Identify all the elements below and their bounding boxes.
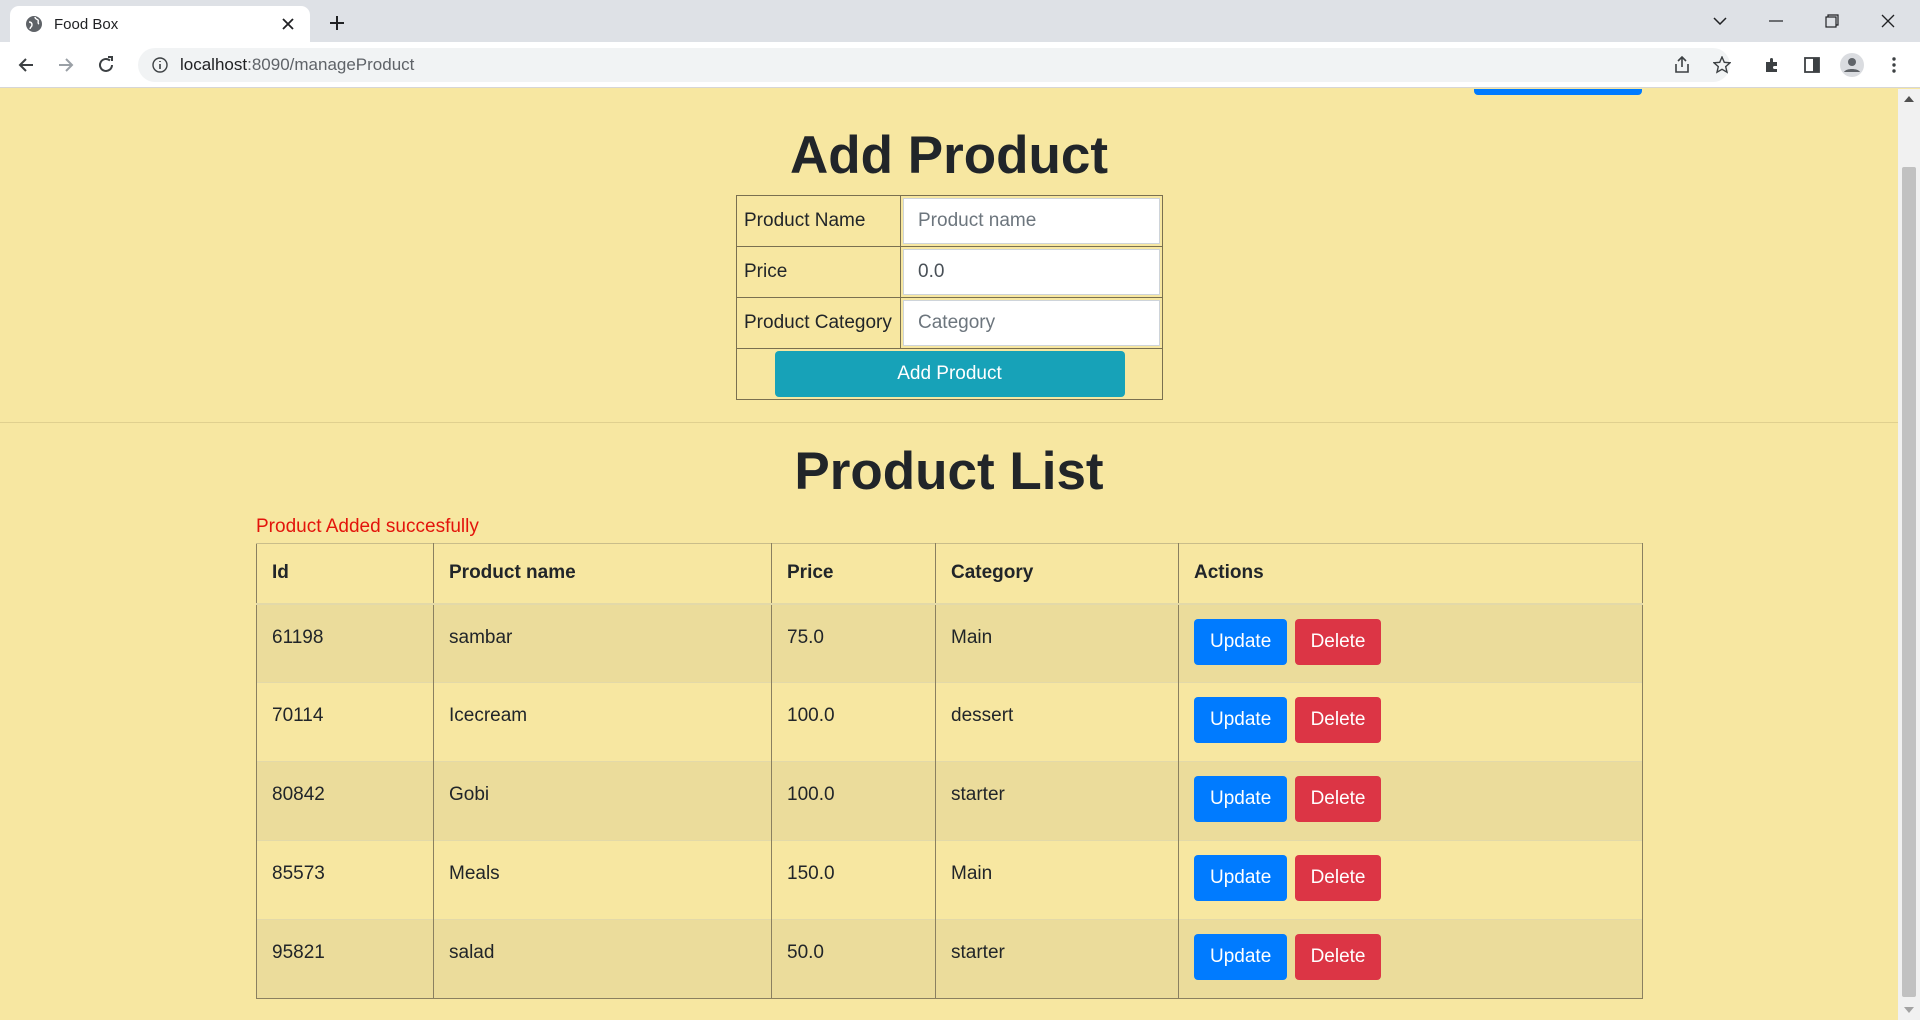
cell-product-name: sambar [433,603,772,683]
tab-title: Food Box [54,15,119,33]
cell-category: dessert [935,682,1179,762]
cell-price: 75.0 [771,603,936,683]
table-row: 61198 sambar 75.0 Main Update Delete [256,603,1643,683]
cell-category: starter [935,919,1179,999]
table-row: 70114 Icecream 100.0 dessert Update Dele… [256,682,1643,762]
add-product-button[interactable]: Add Product [774,351,1125,397]
close-tab-icon[interactable] [276,12,300,36]
address-bar[interactable]: localhost:8090/manageProduct [138,48,1731,82]
share-icon[interactable] [1666,48,1698,82]
product-category-label: Product Category [736,297,901,349]
column-header-id: Id [256,543,434,605]
cell-actions: Update Delete [1178,682,1643,762]
add-product-form: Product Name Price Product Category Add … [736,195,1163,400]
new-tab-button[interactable] [322,8,352,38]
success-message: Product Added succesfully [256,516,479,537]
product-list-heading: Product List [794,442,1104,501]
column-header-category: Category [935,543,1179,605]
tab-search-icon[interactable] [1692,0,1748,42]
section-divider [0,422,1898,423]
cell-actions: Update Delete [1178,761,1643,841]
cell-actions: Update Delete [1178,919,1643,999]
cell-price: 150.0 [771,840,936,920]
cell-price: 100.0 [771,682,936,762]
back-button[interactable] [10,49,42,81]
page-content: Add Product Product Name Price Product C… [0,89,1898,1020]
cell-category: starter [935,761,1179,841]
category-input[interactable] [903,300,1160,346]
update-button[interactable]: Update [1194,776,1288,822]
cell-category: Main [935,603,1179,683]
browser-menu-icon[interactable] [1878,49,1910,81]
cell-id: 85573 [256,840,434,920]
column-header-actions: Actions [1178,543,1643,605]
delete-button[interactable]: Delete [1294,697,1382,743]
update-button[interactable]: Update [1194,618,1288,665]
cell-actions: Update Delete [1178,603,1643,683]
cell-actions: Update Delete [1178,840,1643,920]
reload-button[interactable] [90,49,122,81]
cell-product-name: salad [433,919,772,999]
restore-button[interactable] [1804,0,1860,42]
page-scrollbar[interactable] [1898,89,1920,1020]
cell-id: 80842 [256,761,434,841]
update-button[interactable]: Update [1194,697,1288,743]
top-nav-button-partial[interactable] [1474,89,1642,95]
cell-product-name: Meals [433,840,772,920]
table-header-row: Id Product name Price Category Actions [256,543,1643,605]
product-table: Id Product name Price Category Actions 6… [256,543,1643,999]
delete-button[interactable]: Delete [1294,934,1382,980]
column-header-product-name: Product name [433,543,772,605]
site-info-icon[interactable] [150,55,170,75]
scroll-up-arrow-icon[interactable] [1898,89,1920,109]
delete-button[interactable]: Delete [1294,776,1382,822]
browser-tab-strip: Food Box [0,0,1920,42]
cell-price: 50.0 [771,919,936,999]
product-name-input[interactable] [903,198,1160,244]
add-product-heading: Add Product [790,126,1108,185]
update-button[interactable]: Update [1194,934,1288,980]
cell-price: 100.0 [771,761,936,841]
price-label: Price [736,246,901,298]
minimize-button[interactable] [1748,0,1804,42]
cell-id: 70114 [256,682,434,762]
product-name-label: Product Name [736,195,901,247]
cell-id: 61198 [256,603,434,683]
scroll-down-arrow-icon[interactable] [1898,1000,1920,1020]
update-button[interactable]: Update [1194,855,1288,901]
browser-tab[interactable]: Food Box [10,6,310,42]
close-window-button[interactable] [1860,0,1916,42]
bookmark-star-icon[interactable] [1706,48,1738,82]
delete-button[interactable]: Delete [1294,855,1382,901]
globe-icon [24,14,44,34]
profile-avatar-icon[interactable] [1836,49,1868,81]
cell-product-name: Icecream [433,682,772,762]
forward-button[interactable] [50,49,82,81]
url-host: localhost [180,55,248,74]
table-row: 95821 salad 50.0 starter Update Delete [256,919,1643,999]
url-path: :8090/manageProduct [247,55,415,74]
cell-product-name: Gobi [433,761,772,841]
column-header-price: Price [771,543,936,605]
delete-button[interactable]: Delete [1294,618,1382,665]
table-row: 85573 Meals 150.0 Main Update Delete [256,840,1643,920]
scrollbar-thumb[interactable] [1902,167,1916,997]
table-row: 80842 Gobi 100.0 starter Update Delete [256,761,1643,841]
cell-id: 95821 [256,919,434,999]
browser-toolbar: localhost:8090/manageProduct [0,42,1920,88]
extensions-icon[interactable] [1756,49,1788,81]
price-input[interactable] [903,249,1160,295]
url-text: localhost:8090/manageProduct [180,55,414,75]
cell-category: Main [935,840,1179,920]
side-panel-icon[interactable] [1796,49,1828,81]
